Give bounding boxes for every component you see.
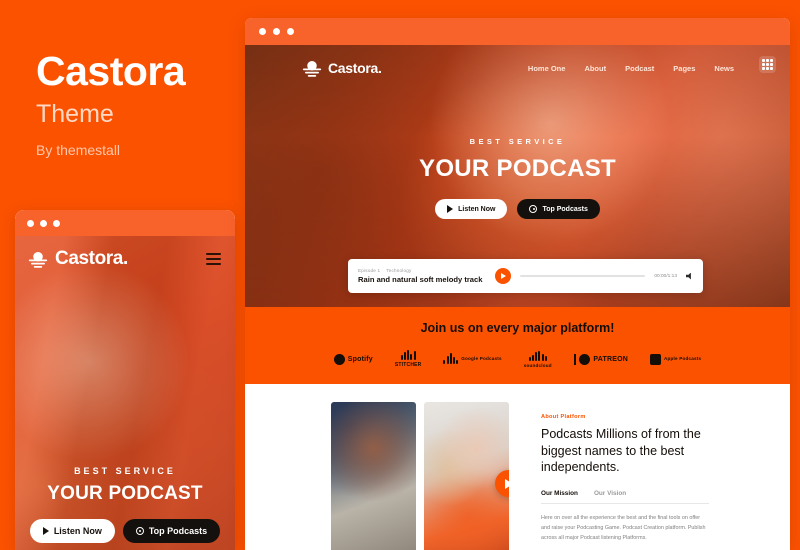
desktop-logo[interactable]: Castora. — [301, 57, 382, 79]
player-timestamp: 00:00/1:13 — [654, 273, 677, 279]
promo-subtitle: Theme — [36, 100, 114, 128]
window-dot-close[interactable] — [259, 28, 266, 35]
sunset-logo-icon — [302, 60, 322, 77]
grid-menu-icon[interactable] — [759, 56, 776, 73]
about-eyebrow: About Platform — [541, 414, 586, 420]
headphone-icon — [135, 527, 144, 535]
mobile-logo-text: Castora. — [55, 248, 128, 269]
desktop-navbar: Castora. Home One About Podcast Pages Ne… — [245, 45, 790, 79]
hamburger-icon[interactable] — [206, 253, 221, 265]
play-icon — [42, 527, 49, 535]
window-dot-minimize[interactable] — [40, 219, 47, 227]
apple-podcasts-icon: Apple Podcasts — [649, 353, 702, 365]
platform-google-podcasts-label: Google Podcasts — [461, 356, 502, 362]
platform-google-podcasts[interactable]: Google Podcasts — [443, 353, 502, 364]
player-supertitle: Episode 1 Technology — [358, 268, 486, 273]
player-track-title: Rain and natural soft melody track — [358, 275, 483, 284]
nav-item-podcast[interactable]: Podcast — [625, 64, 654, 73]
mobile-hero-section: Castora. BEST SERVICE YOUR PODCAST Liste… — [15, 236, 235, 550]
mobile-hero-title: YOUR PODCAST — [47, 483, 203, 504]
about-copy: About Platform Podcasts Millions of from… — [519, 402, 709, 550]
about-body-text: Here on over all the experience the best… — [541, 514, 706, 541]
tab-our-vision[interactable]: Our Vision — [594, 490, 626, 497]
about-play-button[interactable] — [495, 470, 509, 497]
desktop-nav-menu: Home One About Podcast Pages News — [528, 64, 734, 73]
listen-now-label: Listen Now — [458, 205, 496, 213]
player-episode: Episode 1 — [358, 268, 381, 273]
play-icon — [447, 205, 454, 213]
desktop-hero-section: Castora. Home One About Podcast Pages Ne… — [245, 45, 790, 307]
platforms-logo-row: Spotify STITCHER Google Podcasts soundcl… — [245, 350, 790, 368]
platform-soundcloud[interactable]: soundcloud — [523, 350, 552, 368]
google-podcasts-icon: Google Podcasts — [443, 353, 502, 364]
soundcloud-icon — [528, 350, 547, 361]
mobile-hero-copy: BEST SERVICE YOUR PODCAST Listen Now Top… — [15, 466, 235, 543]
listen-now-button[interactable]: Listen Now — [435, 199, 508, 219]
about-photos — [331, 402, 509, 550]
hero-buttons: Listen Now Top Podcasts — [245, 199, 790, 219]
about-section: About Platform Podcasts Millions of from… — [245, 384, 790, 550]
mobile-top-podcasts-button[interactable]: Top Podcasts — [122, 519, 221, 543]
audio-player[interactable]: Episode 1 Technology Rain and natural so… — [348, 259, 703, 293]
mobile-mockup: Castora. BEST SERVICE YOUR PODCAST Liste… — [15, 210, 235, 550]
platforms-section: Join us on every major platform! Spotify… — [245, 307, 790, 384]
headphone-icon — [529, 205, 538, 213]
platform-soundcloud-label: soundcloud — [523, 362, 552, 368]
volume-icon[interactable] — [686, 272, 691, 280]
desktop-browser-chrome — [245, 18, 790, 45]
hero-title: YOUR PODCAST — [419, 155, 616, 182]
nav-item-pages[interactable]: Pages — [673, 64, 695, 73]
about-title: Podcasts Millions of from the biggest na… — [541, 427, 701, 474]
platform-patreon[interactable]: PATREON — [573, 353, 628, 365]
platform-patreon-label: PATREON — [593, 355, 628, 363]
window-dot-maximize[interactable] — [287, 28, 294, 35]
top-podcasts-button[interactable]: Top Podcasts — [517, 199, 600, 219]
window-dot-minimize[interactable] — [273, 28, 280, 35]
platform-apple-podcasts-label: Apple Podcasts — [663, 356, 702, 362]
mobile-listen-now-button[interactable]: Listen Now — [29, 519, 115, 543]
play-circle-icon — [504, 478, 509, 489]
promo-panel: Castora Theme By themestall Castora. BES… — [0, 0, 240, 550]
patreon-icon: PATREON — [573, 353, 628, 365]
mobile-listen-now-label: Listen Now — [53, 526, 102, 536]
mobile-navbar: Castora. — [15, 236, 235, 270]
player-progress-bar[interactable] — [520, 275, 646, 277]
platform-spotify-label: Spotify — [347, 355, 373, 363]
sunset-logo-icon — [28, 251, 48, 268]
platforms-heading: Join us on every major platform! — [420, 321, 615, 335]
window-dot-close[interactable] — [27, 219, 34, 227]
spotify-icon: Spotify — [333, 353, 373, 365]
desktop-logo-text: Castora. — [328, 60, 382, 76]
player-play-button[interactable] — [495, 268, 511, 284]
player-category: Technology — [386, 268, 412, 273]
stitcher-icon — [400, 350, 416, 360]
platform-stitcher-label: STITCHER — [394, 362, 422, 368]
platform-stitcher[interactable]: STITCHER — [395, 350, 422, 368]
promo-byline: By themestall — [36, 142, 121, 158]
platform-spotify[interactable]: Spotify — [333, 353, 373, 365]
mobile-logo[interactable]: Castora. — [27, 248, 128, 270]
mobile-hero-buttons: Listen Now Top Podcasts — [15, 519, 235, 543]
mobile-hero-eyebrow: BEST SERVICE — [74, 466, 176, 476]
nav-item-home-one[interactable]: Home One — [528, 64, 566, 73]
player-meta: Episode 1 Technology Rain and natural so… — [358, 268, 486, 284]
about-tabs: Our Mission Our Vision — [541, 490, 709, 504]
tab-our-mission[interactable]: Our Mission — [541, 490, 578, 497]
screenshot-stage: Castora Theme By themestall Castora. BES… — [0, 0, 800, 550]
top-podcasts-label: Top Podcasts — [542, 205, 588, 213]
desktop-mockup: Castora. Home One About Podcast Pages Ne… — [245, 18, 790, 550]
mobile-browser-chrome — [15, 210, 235, 236]
play-circle-icon — [500, 273, 506, 279]
nav-item-about[interactable]: About — [584, 64, 606, 73]
hero-eyebrow: BEST SERVICE — [469, 137, 566, 146]
podcaster-with-microphone-photo — [331, 402, 416, 550]
platform-apple-podcasts[interactable]: Apple Podcasts — [649, 353, 702, 365]
desktop-hero-copy: BEST SERVICE YOUR PODCAST Listen Now Top… — [245, 137, 790, 219]
window-dot-maximize[interactable] — [53, 219, 60, 227]
nav-item-news[interactable]: News — [714, 64, 734, 73]
two-podcasters-laughing-photo — [424, 402, 509, 550]
mobile-top-podcasts-label: Top Podcasts — [148, 526, 208, 536]
page-title: Castora — [36, 48, 186, 94]
